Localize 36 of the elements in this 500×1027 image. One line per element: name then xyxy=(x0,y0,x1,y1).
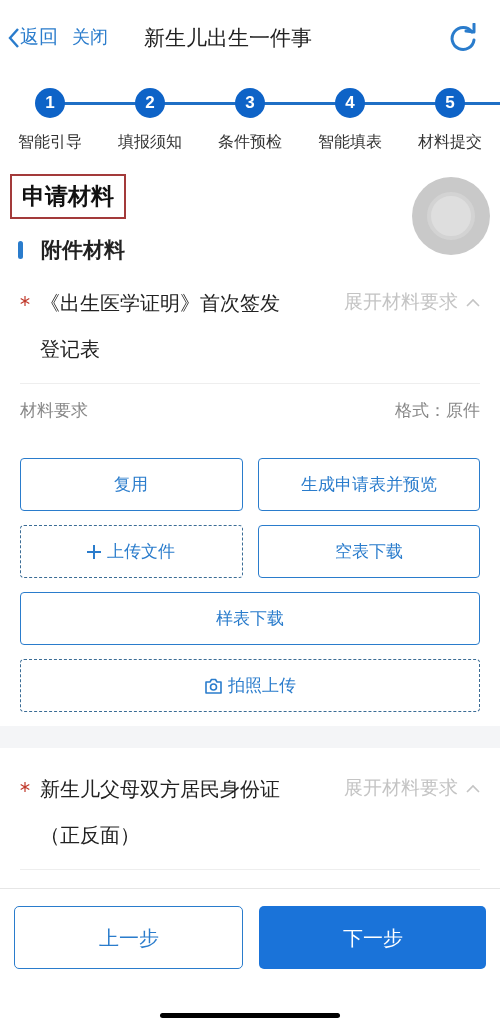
step-button[interactable]: 下一步 xyxy=(259,906,486,969)
material-name: 《出生医学证明》首次签发 xyxy=(40,291,280,316)
step-number: 3 xyxy=(235,88,265,118)
chevron-left-icon xyxy=(8,26,20,49)
action-button[interactable]: 生成申请表并预览 xyxy=(257,458,480,511)
step-number: 5 xyxy=(435,88,465,118)
step-number: 1 xyxy=(35,88,65,118)
material-name: （正反面） xyxy=(20,818,480,870)
action-button[interactable]: 上传文件 xyxy=(20,525,243,578)
close-button[interactable]: 关闭 xyxy=(72,24,108,51)
action-button[interactable]: 拍照上传 xyxy=(20,659,480,712)
material-name: 新生儿父母双方居民身份证 xyxy=(40,777,280,802)
action-button[interactable]: 复用 xyxy=(20,458,243,511)
step-label: 填报须知 xyxy=(118,132,182,152)
section-title: 申请材料 xyxy=(10,174,126,219)
back-button[interactable]: 返回 xyxy=(8,23,58,52)
plus-icon xyxy=(87,544,102,559)
accent-bar xyxy=(18,241,23,259)
requirement-label: 材料要求 xyxy=(20,400,88,422)
material-name: 登记表 xyxy=(20,332,480,384)
page-title: 新生儿出生一件事 xyxy=(144,24,312,51)
step-label: 材料提交 xyxy=(418,132,482,152)
step-label: 智能填表 xyxy=(318,132,382,152)
refresh-icon[interactable] xyxy=(448,22,478,53)
step-button[interactable]: 上一步 xyxy=(14,906,243,969)
action-button[interactable]: 样表下载 xyxy=(20,592,480,645)
step-label: 条件预检 xyxy=(218,132,282,152)
camera-icon xyxy=(204,677,222,694)
format-text: 格式：原件 xyxy=(395,400,480,422)
step-number: 4 xyxy=(335,88,365,118)
step-label: 智能引导 xyxy=(18,132,82,152)
caret-up-icon xyxy=(466,297,480,307)
caret-up-icon xyxy=(466,783,480,793)
action-button[interactable]: 空表下载 xyxy=(257,525,480,578)
subsection-title: 附件材料 xyxy=(41,237,125,264)
step-number: 2 xyxy=(135,88,165,118)
